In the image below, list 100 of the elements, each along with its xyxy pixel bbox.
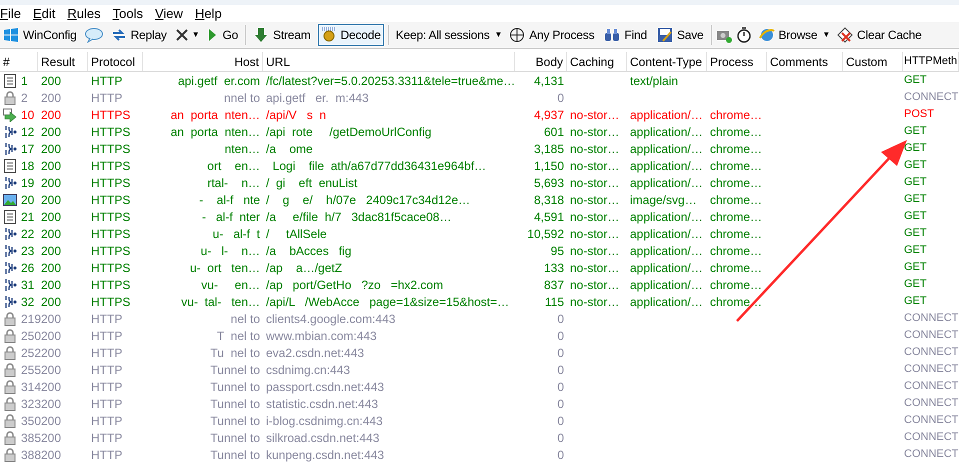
table-cell: 1,150 [534,160,564,172]
lock-icon [3,430,17,444]
table-cell: api.getf er.com [178,74,260,86]
stopwatch-icon[interactable] [736,27,752,43]
table-cell: CONNECT [904,432,958,443]
table-cell: POST [904,109,934,120]
toolbar-button[interactable]: Browse [756,24,820,46]
table-cell: 200 [41,108,62,120]
table-cell: 350 [21,414,42,426]
table-cell: eva2.csdn.net:443 [266,346,364,358]
table-cell: / g e/ h/07e 2409c17c34d12e… [266,194,470,206]
column-header[interactable]: HTTPMeth [903,52,959,71]
lock-icon [3,362,17,376]
menu-item[interactable]: Help [194,7,222,20]
column-header[interactable]: Host [143,52,263,71]
table-cell: / gi eft enuList [266,176,358,188]
table-cell: no-stor… [570,176,620,188]
toolbar-button[interactable]: Decode [318,24,384,46]
table-cell: application/… [630,262,703,274]
caret-icon[interactable]: ▼ [192,29,200,41]
table-cell: 23 [21,244,34,256]
lock-icon [3,90,17,104]
table-cell: www.mbian.com:443 [266,330,377,342]
table-cell: no-stor… [570,278,620,290]
toolbar-button[interactable]: Any Process [506,24,598,46]
table-cell: no-stor… [570,262,620,274]
toolbar-button[interactable]: Save [654,24,706,46]
table-cell: GET [904,279,927,290]
table-cell-text: - al-f nte [198,194,260,206]
table-cell: 4,131 [534,74,564,86]
table-cell: 200 [41,278,62,290]
table-cell: 115 [544,296,564,308]
toolbar-button[interactable]: Clear Cache [834,24,925,46]
table-cell: 314 [21,380,42,392]
table-cell: application/… [630,210,703,222]
table-cell: HTTP [91,380,122,392]
menu-item[interactable]: Tools [112,7,143,20]
toolbar-button[interactable]: Replay [108,24,170,46]
column-header[interactable]: Comments [767,52,843,71]
table-cell: 18 [21,160,34,172]
arrow-icon [3,108,17,122]
down-arrow-icon [253,27,270,43]
table-cell: an porta nten… [170,108,260,120]
table-cell: 200 [41,92,62,104]
table-cell: 17 [21,142,34,154]
column-header[interactable]: Process [707,52,767,71]
table-cell: chrome… [710,210,762,222]
document-icon [3,210,17,224]
table-cell: application/… [630,228,703,240]
toolbar-button[interactable]: WinConfig [0,24,80,46]
caret-icon[interactable]: ▼ [822,29,830,41]
table-cell: no-stor… [570,296,620,308]
table-cell: HTTP [91,364,122,376]
table-cell: 10,592 [527,228,564,240]
table-cell: /api/L /WebAcce page=1&size=15&host=… [266,296,510,308]
table-cell: CONNECT [904,347,958,358]
toolbar-button[interactable]: Go [203,24,242,46]
table-cell: 1 [21,74,28,86]
column-header[interactable]: Caching [567,52,627,71]
table-cell: /api rote /getDemoUrlConfig [266,126,432,138]
table-cell: HTTP [91,432,122,444]
table-cell: 200 [41,296,62,308]
menu-item[interactable]: View [154,7,183,20]
toolbar-button[interactable]: Stream [250,24,314,46]
column-header[interactable]: Custom [843,52,903,71]
table-cell-text: vu- tal- ten… [180,296,260,308]
table-cell: CONNECT [904,92,958,103]
lock-icon [3,414,17,428]
table-cell: /ap port/GetHo ?zo =hx2.com [266,278,444,290]
table-cell: nnel to [224,92,260,104]
toolbar-button[interactable]: Find [601,24,650,46]
table-cell: 601 [544,126,564,138]
table-cell: application/… [630,142,703,154]
table-cell: 0 [557,448,564,460]
toolbar-button[interactable]: Keep: All sessions [392,24,492,46]
column-header[interactable]: Content-Type [627,52,707,71]
table-cell: 31 [21,278,34,290]
windows-icon [3,27,19,43]
column-header[interactable]: Result [38,52,88,71]
table-cell: HTTPS [91,126,130,138]
table-cell: HTTPS [91,296,130,308]
table-cell: 200 [41,194,62,206]
caret-icon[interactable]: ▼ [494,29,502,41]
table-cell: 0 [557,380,564,392]
menu-item[interactable]: File [0,7,21,20]
table-cell: chrome… [710,262,762,274]
menu-item[interactable]: Edit [32,7,56,20]
table-cell: api.getf er. m:443 [266,92,369,104]
table-cell: silkroad.csdn.net:443 [266,432,380,444]
table-cell: /api/V s n [266,108,326,120]
table-cell: GET [904,126,927,137]
image-icon [3,192,17,206]
table-cell: 200 [41,126,62,138]
column-header[interactable]: Body [515,52,567,71]
menu-item[interactable]: Rules [67,7,101,20]
table-cell: clients4.google.com:443 [266,312,396,324]
column-header[interactable]: # [0,52,38,71]
speech-bubble-icon[interactable] [84,27,104,43]
column-header[interactable]: Protocol [88,52,143,71]
column-header[interactable]: URL [263,52,515,71]
